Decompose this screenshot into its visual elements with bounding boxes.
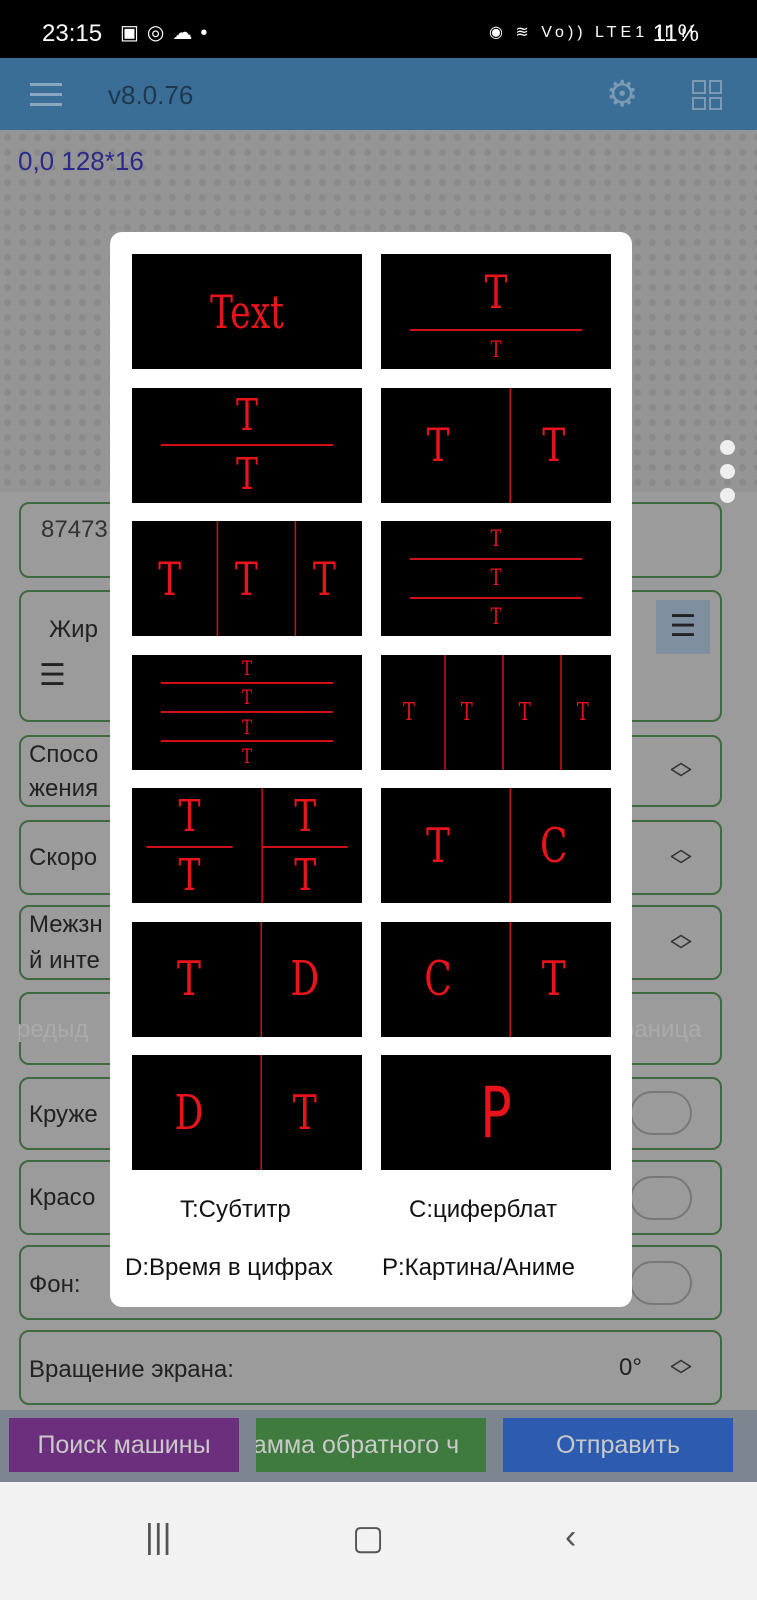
layout-cell-letter: T (160, 444, 334, 503)
text-value: 87473 (41, 516, 108, 543)
layout-option-10[interactable]: TC (381, 788, 611, 903)
layout-cell-letter: Text (209, 284, 285, 339)
legend-picture: P:Картина/Аниме (382, 1254, 576, 1281)
lace-toggle[interactable] (630, 1091, 692, 1135)
chevron-updown-icon[interactable]: ︿ ﹀ (670, 923, 692, 963)
layout-option-9[interactable]: TTTT (132, 788, 362, 903)
layout-cell-letter: D (260, 921, 348, 1037)
background-label: Фон: (29, 1271, 81, 1298)
layout-cell-letter: T (502, 654, 546, 770)
layout-cell-letter: T (425, 817, 450, 874)
home-icon[interactable]: ▢ (352, 1518, 384, 1558)
speed-label: Скоро (29, 844, 98, 871)
layout-cell-letter: D (174, 1084, 204, 1141)
menu-icon[interactable] (24, 80, 64, 108)
layout-cell-letter: T (260, 1055, 348, 1170)
layout-cell-letter: T (158, 551, 182, 606)
more-options-icon[interactable] (720, 440, 735, 512)
layout-cell-letter: T (409, 329, 583, 369)
send-button[interactable]: Отправить (503, 1418, 733, 1472)
layout-option-3[interactable]: TT (132, 387, 362, 503)
layout-option-12[interactable]: CT (381, 921, 611, 1037)
layout-cell-letter: T (241, 656, 253, 681)
layout-cell-letter: T (490, 527, 502, 552)
legend-clock: C:циферблат (409, 1196, 558, 1223)
rotation-value: 0° (619, 1354, 642, 1381)
chevron-updown-icon[interactable]: ︿ ﹀ (670, 838, 692, 878)
layout-cell-letter: T (261, 788, 347, 846)
layout-cell-letter: T (444, 654, 488, 770)
search-machine-button[interactable]: Поиск машины (9, 1418, 239, 1472)
legend-subtitle: T:Субтитр (180, 1196, 291, 1223)
system-nav-bar: ||| ▢ ‹ (0, 1482, 757, 1600)
countdown-button[interactable]: амма обратного ч (256, 1418, 486, 1472)
layout-cell-letter: P (480, 1071, 512, 1154)
status-bar: 23:15 ▣◎☁• ◉ ≋ Vo)) LTE1 ıl ıl 11% (0, 0, 757, 58)
canvas-coords: 0,0 128*16 (18, 146, 144, 176)
notification-icons: ▣◎☁• (120, 22, 216, 44)
legend-digital-time: D:Время в цифрах (125, 1254, 333, 1281)
mode-label: Спосо (29, 741, 99, 768)
align-left-icon[interactable]: ☰ (39, 658, 66, 693)
battery-level: 11% (652, 20, 699, 47)
layout-option-7[interactable]: TTTT (132, 654, 362, 770)
layout-picker-dialog: Text T T T T T T T T T T T T T T T T T T T T T T T T T C T D C T D T P T:… (110, 232, 632, 1307)
layout-cell-letter: T (216, 521, 275, 636)
layout-option-2[interactable]: TT (381, 254, 611, 369)
background-toggle[interactable] (630, 1261, 692, 1305)
rotation-row[interactable]: Вращение экрана: 0° ︿ ﹀ (19, 1330, 722, 1405)
layout-cell-letter: T (560, 654, 604, 770)
chevron-updown-icon[interactable]: ︿ ﹀ (670, 1348, 692, 1388)
align-selected-icon[interactable]: ☰ (656, 600, 710, 654)
interval-label: Межзн (29, 911, 103, 938)
layout-option-8[interactable]: TTTT (381, 654, 611, 770)
rotation-label: Вращение экрана: (29, 1356, 234, 1383)
layout-option-14[interactable]: P (381, 1055, 611, 1170)
grid-icon[interactable] (692, 80, 722, 110)
layout-cell-letter: T (261, 845, 348, 903)
layout-option-5[interactable]: TTT (132, 521, 362, 636)
layout-cell-letter: T (484, 264, 508, 319)
app-version: v8.0.76 (108, 80, 194, 110)
clock: 23:15 (42, 20, 103, 47)
lace-label: Круже (29, 1101, 98, 1128)
font-label: Жир (49, 616, 98, 643)
chevron-updown-icon[interactable]: ︿ ﹀ (670, 751, 692, 791)
back-icon[interactable]: ‹ (565, 1518, 576, 1557)
colorful-label: Красо (29, 1184, 96, 1211)
layout-cell-letter: T (160, 740, 334, 769)
layout-option-6[interactable]: TTT (381, 521, 611, 636)
layout-cell-letter: T (176, 951, 201, 1007)
layout-cell-letter: T (509, 921, 597, 1037)
next-page-button[interactable]: раница (621, 1016, 701, 1044)
layout-cell-letter: T (146, 845, 233, 904)
prev-page-button[interactable]: редыд (17, 1016, 88, 1044)
gear-icon[interactable]: ⚙ (606, 76, 638, 112)
mode-label-2: жения (29, 775, 99, 802)
layout-cell-letter: T (409, 597, 583, 636)
layout-cell-letter: T (409, 558, 583, 597)
app-bar: v8.0.76 ⚙ (0, 58, 757, 130)
layout-cell-letter: T (178, 791, 201, 843)
interval-label-2: й инте (29, 947, 100, 974)
layout-cell-letter: T (160, 681, 334, 711)
colorful-toggle[interactable] (630, 1176, 692, 1220)
layout-option-4[interactable]: TT (381, 387, 611, 503)
recents-icon[interactable]: ||| (145, 1518, 172, 1557)
layout-cell-letter: T (426, 418, 450, 472)
layout-cell-letter: T (160, 711, 334, 740)
layout-option-1[interactable]: Text (132, 254, 362, 369)
layout-option-13[interactable]: DT (132, 1055, 362, 1170)
layout-option-11[interactable]: TD (132, 921, 362, 1037)
layout-cell-letter: C (424, 951, 452, 1007)
layout-cell-letter: T (509, 387, 597, 503)
layout-cell-letter: T (294, 521, 352, 636)
layout-cell-letter: T (235, 390, 259, 442)
layout-cell-letter: C (509, 788, 597, 903)
layout-cell-letter: T (402, 698, 415, 726)
